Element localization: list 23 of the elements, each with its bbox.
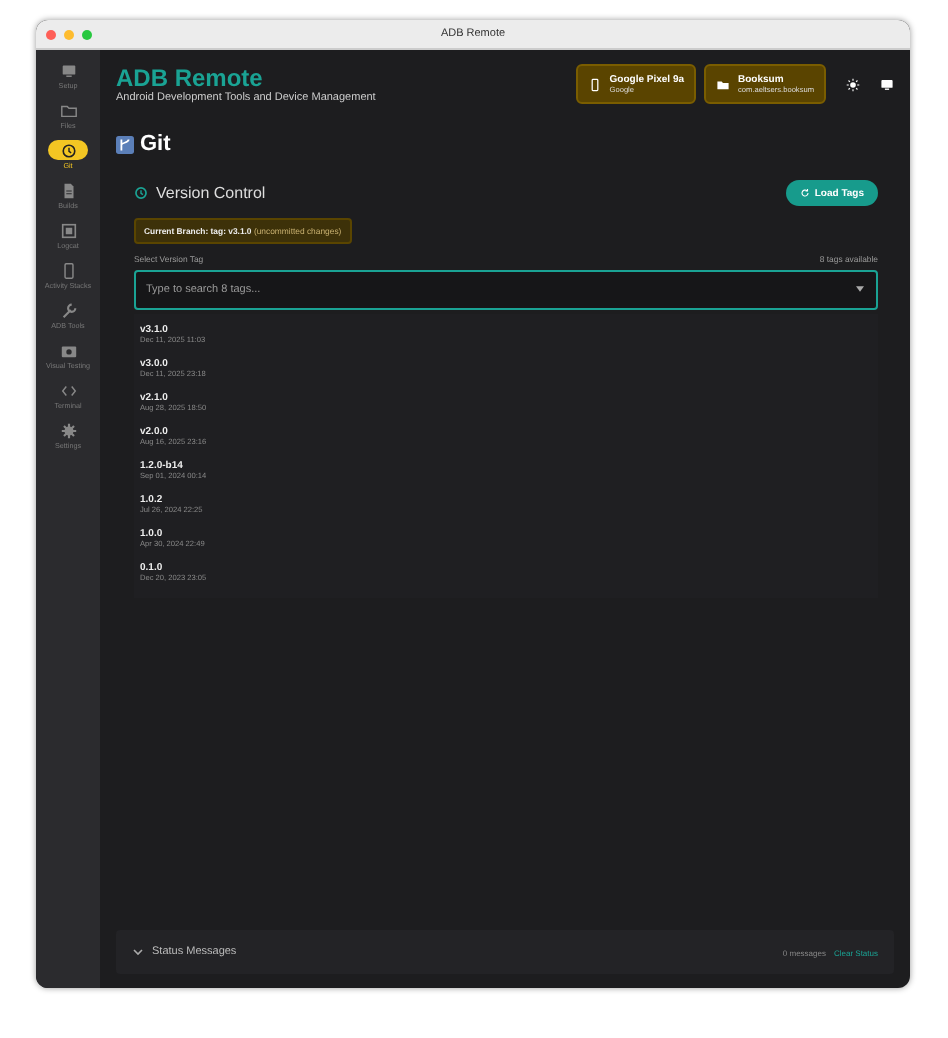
sun-icon[interactable] bbox=[846, 77, 860, 91]
wrench-icon bbox=[59, 301, 77, 319]
refresh-icon bbox=[800, 188, 811, 198]
square-icon bbox=[59, 221, 77, 239]
page-title: Git bbox=[140, 132, 171, 156]
history-icon bbox=[59, 141, 77, 159]
monitor-icon bbox=[59, 61, 77, 79]
code-icon bbox=[59, 381, 77, 399]
settings-icon bbox=[59, 421, 77, 439]
chevron-icon[interactable] bbox=[132, 946, 144, 958]
caret-icon bbox=[856, 286, 864, 292]
document-icon bbox=[59, 181, 77, 199]
phone-icon bbox=[59, 261, 77, 279]
section-title: Version Control bbox=[156, 184, 266, 202]
phone-icon bbox=[587, 77, 602, 91]
monitor-icon[interactable] bbox=[880, 77, 894, 91]
folder-icon bbox=[716, 77, 731, 91]
camera-icon bbox=[59, 341, 77, 359]
git-branch-icon bbox=[116, 135, 134, 153]
app-title: ADB Remote bbox=[116, 64, 265, 92]
folder-icon bbox=[59, 101, 77, 119]
close-button[interactable] bbox=[46, 29, 56, 39]
history-icon bbox=[134, 186, 148, 200]
